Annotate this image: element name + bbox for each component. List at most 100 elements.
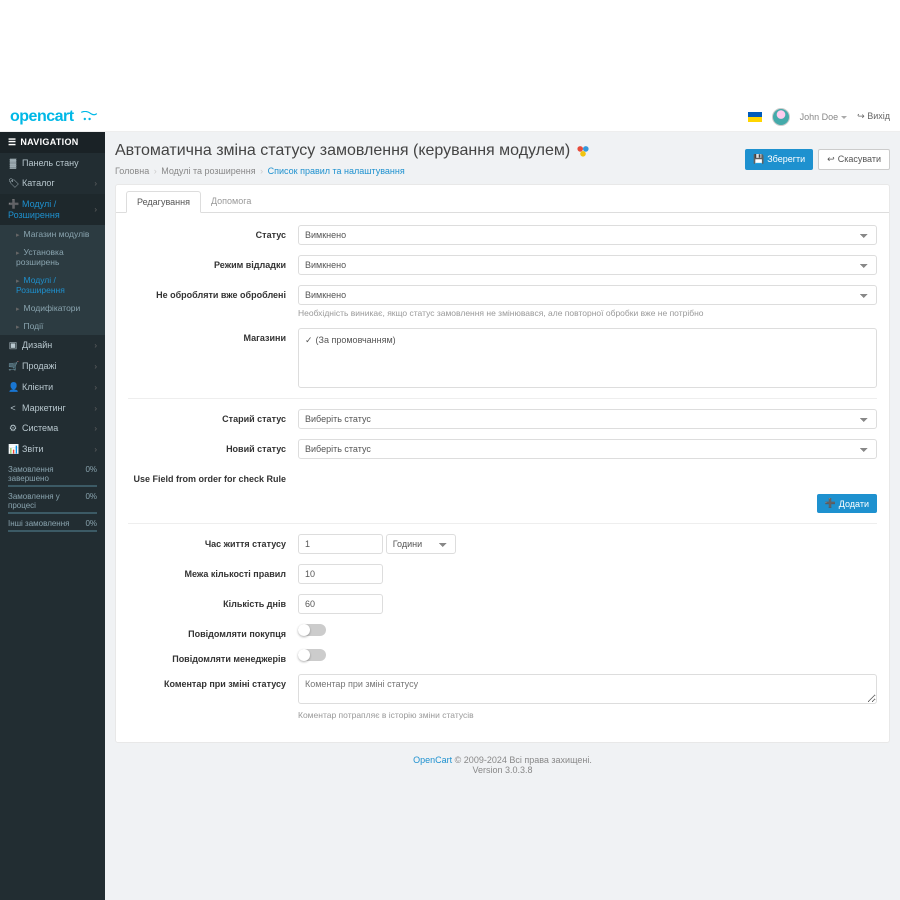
avatar[interactable]: [772, 108, 790, 126]
plus-icon: ➕: [825, 498, 836, 509]
version-text: Version 3.0.3.8: [472, 765, 532, 775]
sidebar: NAVIGATION ▓Панель стану🏷Каталог›➕Модулі…: [0, 132, 105, 900]
bc-ext[interactable]: Модулі та розширення: [161, 166, 255, 176]
prog-val-1: 0%: [85, 492, 97, 510]
form-panel: Редагування Допомога Статус Вимкнено Реж…: [115, 184, 890, 743]
logout-link[interactable]: ↪ Вихід: [857, 111, 890, 122]
sidebar-sub-2-2[interactable]: Модулі / Розширення: [0, 271, 105, 299]
save-icon: 💾: [753, 154, 764, 165]
caret-down-icon: [841, 116, 847, 119]
toggle-notify-buyer[interactable]: [298, 624, 326, 636]
chevron-right-icon: ›: [94, 404, 97, 413]
label-days: Кількість днів: [128, 594, 298, 609]
user-menu[interactable]: John Doe: [800, 112, 848, 122]
sidebar-item-0[interactable]: ▓Панель стану: [0, 153, 105, 173]
label-old-status: Старий статус: [128, 409, 298, 424]
textarea-comment[interactable]: [298, 674, 877, 704]
sidebar-item-6[interactable]: <Маркетинг›: [0, 398, 105, 418]
sidebar-item-1[interactable]: 🏷Каталог›: [0, 173, 105, 194]
progress-bar-0: [8, 485, 97, 487]
footer-brand-link[interactable]: OpenCart: [413, 755, 452, 765]
user-name: John Doe: [800, 112, 839, 122]
add-button[interactable]: ➕Додати: [817, 494, 877, 513]
sidebar-sub-2-3[interactable]: Модифікатори: [0, 299, 105, 317]
nav-icon: ➕: [8, 199, 18, 210]
label-notify-buyer: Повідомляти покупця: [128, 624, 298, 639]
label-noprocess: Не обробляти вже оброблені: [128, 285, 298, 300]
tabs: Редагування Допомога: [116, 185, 889, 213]
prog-val-2: 0%: [85, 519, 97, 528]
prog-label-0: Замовлення завершено: [8, 465, 85, 483]
help-noprocess: Необхідність виникає, якщо статус замовл…: [298, 308, 877, 318]
select-debug[interactable]: Вимкнено: [298, 255, 877, 275]
sidebar-item-8[interactable]: 📊Звіти›: [0, 439, 105, 460]
page-title: Автоматична зміна статусу замовлення (ке…: [115, 142, 570, 160]
select-status[interactable]: Вимкнено: [298, 225, 877, 245]
select-noprocess[interactable]: Вимкнено: [298, 285, 877, 305]
chevron-right-icon: ›: [94, 424, 97, 433]
help-comment: Коментар потрапляє в історію зміни стату…: [298, 710, 877, 720]
chevron-right-icon: ›: [94, 362, 97, 371]
nav-icon: ⚙: [8, 423, 18, 434]
select-lifetime-unit[interactable]: Години: [386, 534, 456, 554]
store-default[interactable]: (За промовчанням): [305, 335, 396, 345]
topbar: opencart John Doe ↪ Вихід: [0, 102, 900, 132]
tab-edit[interactable]: Редагування: [126, 191, 201, 213]
cancel-button[interactable]: ↩Скасувати: [818, 149, 890, 170]
select-new-status[interactable]: Виберіть статус: [298, 439, 877, 459]
label-debug: Режим відладки: [128, 255, 298, 270]
sidebar-sub-2-0[interactable]: Магазин модулів: [0, 225, 105, 243]
language-flag-icon[interactable]: [748, 112, 762, 122]
back-icon: ↩: [827, 154, 835, 165]
sidebar-item-2[interactable]: ➕Модулі / Розширення›: [0, 194, 105, 225]
prog-label-1: Замовлення у процесі: [8, 492, 85, 510]
toggle-notify-mgr[interactable]: [298, 649, 326, 661]
input-days[interactable]: [298, 594, 383, 614]
bc-current[interactable]: Список правил та налаштування: [268, 166, 405, 176]
nav-icon: <: [8, 403, 18, 413]
label-new-status: Новий статус: [128, 439, 298, 454]
divider: [128, 398, 877, 399]
stores-box[interactable]: (За промовчанням): [298, 328, 877, 388]
chevron-right-icon: ›: [94, 383, 97, 392]
sidebar-item-7[interactable]: ⚙Система›: [0, 418, 105, 439]
label-stores: Магазини: [128, 328, 298, 343]
save-button[interactable]: 💾Зберегти: [745, 149, 813, 170]
brand-text: opencart: [10, 108, 74, 125]
label-comment: Коментар при зміні статусу: [128, 674, 298, 689]
nav-icon: ▓: [8, 158, 18, 168]
label-notify-mgr: Повідомляти менеджерів: [128, 649, 298, 664]
tab-help[interactable]: Допомога: [201, 191, 261, 212]
status-widget: Замовлення завершено0%Замовлення у проце…: [0, 460, 105, 542]
progress-bar-1: [8, 512, 97, 514]
label-status: Статус: [128, 225, 298, 240]
chevron-right-icon: ›: [94, 341, 97, 350]
chevron-right-icon: ›: [94, 179, 97, 188]
prog-label-2: Інші замовлення: [8, 519, 69, 528]
input-rules-limit[interactable]: [298, 564, 383, 584]
select-old-status[interactable]: Виберіть статус: [298, 409, 877, 429]
input-lifetime[interactable]: [298, 534, 383, 554]
nav-header: NAVIGATION: [0, 132, 105, 153]
nav-icon: ▣: [8, 340, 18, 351]
nav-icon: 👤: [8, 382, 18, 393]
sidebar-item-3[interactable]: ▣Дизайн›: [0, 335, 105, 356]
footer: OpenCart © 2009-2024 Всі права захищені.…: [115, 743, 890, 787]
brand-logo[interactable]: opencart: [10, 108, 98, 126]
bc-home[interactable]: Головна: [115, 166, 149, 176]
sidebar-item-5[interactable]: 👤Клієнти›: [0, 377, 105, 398]
content-area: Автоматична зміна статусу замовлення (ке…: [105, 132, 900, 900]
breadcrumb: Головна › Модулі та розширення › Список …: [115, 166, 405, 176]
sidebar-sub-2-1[interactable]: Установка розширень: [0, 243, 105, 271]
nav-icon: 📊: [8, 444, 18, 455]
module-icon: [576, 144, 590, 158]
progress-bar-2: [8, 530, 97, 532]
chevron-right-icon: ›: [94, 445, 97, 454]
label-lifetime: Час життя статусу: [128, 534, 298, 549]
sidebar-sub-2-4[interactable]: Події: [0, 317, 105, 335]
sidebar-item-4[interactable]: 🛒Продажі›: [0, 356, 105, 377]
chevron-right-icon: ›: [94, 205, 97, 214]
prog-val-0: 0%: [85, 465, 97, 483]
label-rules-limit: Межа кількості правил: [128, 564, 298, 579]
label-use-field: Use Field from order for check Rule: [128, 469, 298, 484]
